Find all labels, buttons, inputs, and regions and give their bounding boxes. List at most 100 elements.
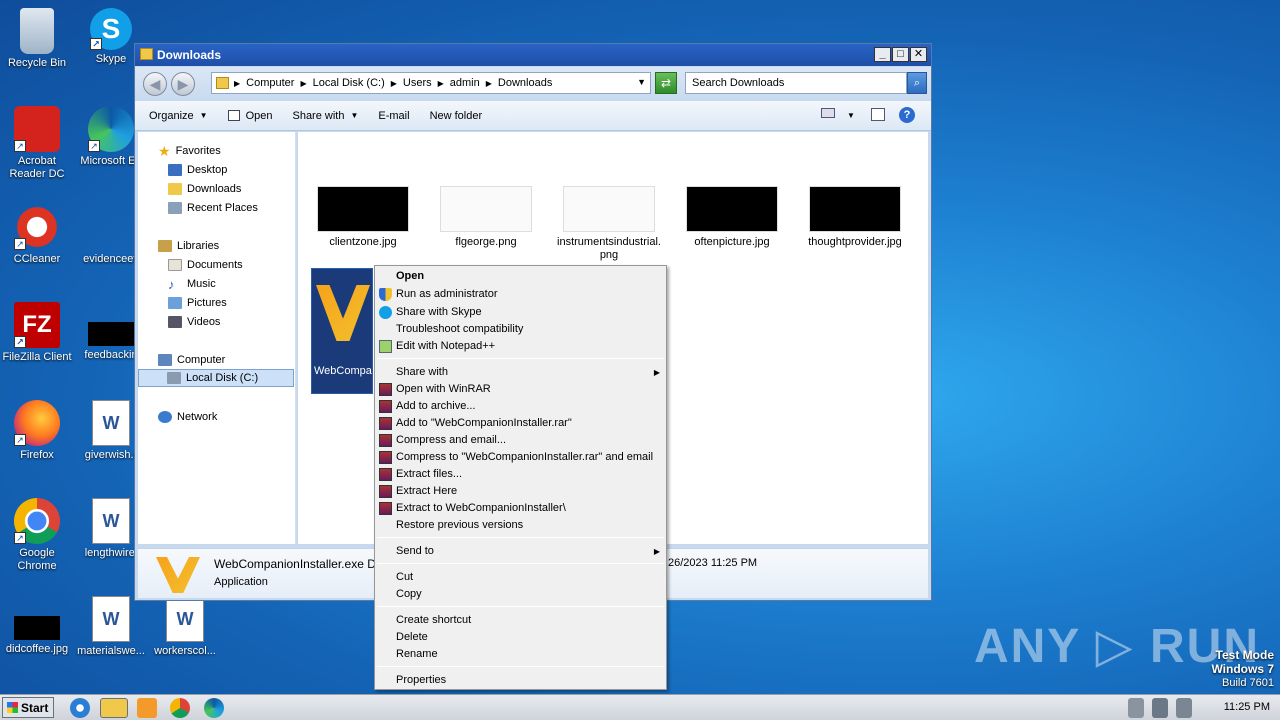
- menu-extract-to[interactable]: Extract to WebCompanionInstaller\: [375, 500, 666, 517]
- menu-compress-email[interactable]: Compress and email...: [375, 432, 666, 449]
- menu-share-with[interactable]: Share with ▶: [375, 364, 666, 381]
- new-folder-button[interactable]: New folder: [430, 110, 483, 122]
- file-item[interactable]: thoughtprovider.jpg: [800, 186, 910, 249]
- view-icon[interactable]: [821, 108, 835, 118]
- edge-icon[interactable]: [204, 698, 224, 718]
- breadcrumb-admin[interactable]: admin: [450, 77, 480, 89]
- menu-create-shortcut[interactable]: Create shortcut: [375, 612, 666, 629]
- address-bar[interactable]: ▶ Computer ▶ Local Disk (C:) ▶ Users ▶ a…: [211, 72, 651, 94]
- desktop-icon-acrobat[interactable]: ↗ Acrobat Reader DC: [0, 106, 74, 181]
- file-item[interactable]: clientzone.jpg: [308, 186, 418, 249]
- forward-button[interactable]: ▶: [171, 72, 195, 96]
- menu-share-skype[interactable]: Share with Skype: [375, 304, 666, 321]
- close-button[interactable]: ✕: [910, 47, 927, 62]
- desktop-icon-firefox[interactable]: ↗ Firefox: [0, 400, 74, 462]
- nav-label: Local Disk (C:): [186, 372, 259, 384]
- start-button[interactable]: Start: [2, 697, 54, 718]
- search-input[interactable]: Search Downloads: [685, 72, 907, 94]
- desktop-icon-materialswe[interactable]: W materialswe...: [74, 596, 148, 658]
- email-button[interactable]: E-mail: [378, 110, 409, 122]
- menu-send-to[interactable]: Send to ▶: [375, 543, 666, 560]
- back-button[interactable]: ◀: [143, 72, 167, 96]
- breadcrumb-local-disk[interactable]: Local Disk (C:): [313, 77, 385, 89]
- window-titlebar[interactable]: Downloads _ □ ✕: [135, 44, 931, 66]
- file-item[interactable]: oftenpicture.jpg: [677, 186, 787, 249]
- maximize-button[interactable]: □: [892, 47, 909, 62]
- share-with-button[interactable]: Share with ▼: [292, 110, 358, 122]
- desktop-icon-recycle-bin[interactable]: Recycle Bin: [0, 8, 74, 70]
- refresh-button[interactable]: ⇄: [655, 72, 677, 94]
- menu-restore-versions[interactable]: Restore previous versions: [375, 517, 666, 534]
- open-label: Open: [245, 109, 273, 122]
- desktop-icon: [168, 164, 182, 176]
- breadcrumb-computer[interactable]: Computer: [246, 77, 294, 89]
- menu-add-rar[interactable]: Add to "WebCompanionInstaller.rar": [375, 415, 666, 432]
- folder-icon: [216, 77, 229, 89]
- chrome-icon[interactable]: [170, 698, 190, 718]
- address-dropdown-icon[interactable]: ▼: [637, 77, 646, 87]
- email-label: E-mail: [378, 109, 410, 122]
- nav-network[interactable]: Network: [158, 408, 217, 426]
- chevron-down-icon: ▼: [199, 111, 208, 120]
- menu-rename[interactable]: Rename: [375, 646, 666, 663]
- desktop-icon-chrome[interactable]: ↗ Google Chrome: [0, 498, 74, 573]
- breadcrumb-users[interactable]: Users: [403, 77, 432, 89]
- help-icon[interactable]: ?: [899, 107, 915, 123]
- winrar-icon: [379, 383, 392, 396]
- menu-compress-rar-email[interactable]: Compress to "WebCompanionInstaller.rar" …: [375, 449, 666, 466]
- menu-extract-files[interactable]: Extract files...: [375, 466, 666, 483]
- chrome-icon: ↗: [14, 498, 60, 544]
- menu-open-winrar[interactable]: Open with WinRAR: [375, 381, 666, 398]
- menu-properties[interactable]: Properties: [375, 672, 666, 689]
- nav-favorites[interactable]: ★ Favorites: [158, 142, 221, 160]
- nav-label: Computer: [177, 354, 226, 366]
- internet-explorer-icon[interactable]: [70, 698, 90, 718]
- breadcrumb-downloads[interactable]: Downloads: [498, 77, 552, 89]
- menu-copy[interactable]: Copy: [375, 586, 666, 603]
- preview-pane-icon[interactable]: [871, 108, 885, 121]
- taskbar-clock[interactable]: 11:25 PM: [1224, 701, 1270, 713]
- winrar-icon: [379, 502, 392, 515]
- menu-separator: [377, 563, 664, 564]
- menu-cut[interactable]: Cut: [375, 569, 666, 586]
- selected-file-item[interactable]: WebCompanionInstaller.exe: [311, 268, 373, 394]
- desktop-icon-didcoffee[interactable]: didcoffee.jpg: [0, 596, 74, 656]
- desktop-icon-filezilla[interactable]: FZ ↗ FileZilla Client: [0, 302, 74, 364]
- file-item[interactable]: instrumentsindustrial.png: [554, 186, 664, 262]
- open-button[interactable]: Open: [227, 109, 273, 122]
- media-player-icon[interactable]: [137, 698, 157, 718]
- menu-add-archive[interactable]: Add to archive...: [375, 398, 666, 415]
- action-center-flag-icon[interactable]: [1176, 698, 1192, 718]
- menu-troubleshoot[interactable]: Troubleshoot compatibility: [375, 321, 666, 338]
- chevron-down-icon[interactable]: ▼: [847, 111, 855, 120]
- nav-documents[interactable]: Documents: [168, 256, 243, 274]
- menu-extract-here[interactable]: Extract Here: [375, 483, 666, 500]
- nav-videos[interactable]: Videos: [168, 313, 220, 331]
- minimize-button[interactable]: _: [874, 47, 891, 62]
- menu-delete[interactable]: Delete: [375, 629, 666, 646]
- explorer-taskbar-icon[interactable]: [100, 698, 128, 718]
- menu-edit-notepad[interactable]: Edit with Notepad++: [375, 338, 666, 355]
- nav-desktop[interactable]: Desktop: [168, 161, 227, 179]
- nav-downloads[interactable]: Downloads: [168, 180, 241, 198]
- file-icon: [88, 204, 134, 250]
- organize-button[interactable]: Organize ▼: [149, 110, 208, 122]
- menu-run-as-admin[interactable]: Run as administrator: [375, 286, 666, 303]
- nav-pictures[interactable]: Pictures: [168, 294, 227, 312]
- file-item[interactable]: flgeorge.png: [431, 186, 541, 249]
- nav-computer[interactable]: Computer: [158, 351, 225, 369]
- nav-music[interactable]: ♪ Music: [168, 275, 216, 293]
- nav-recent-places[interactable]: Recent Places: [168, 199, 258, 217]
- menu-open[interactable]: Open: [375, 268, 666, 285]
- nav-label: Documents: [187, 259, 243, 271]
- speaker-icon[interactable]: [1128, 698, 1144, 718]
- desktop-icon-ccleaner[interactable]: ↗ CCleaner: [0, 204, 74, 266]
- desktop-icon-workerscol[interactable]: W workerscol...: [148, 596, 222, 658]
- network-tray-icon[interactable]: [1152, 698, 1168, 718]
- nav-label: Favorites: [175, 145, 221, 157]
- file-name: flgeorge.png: [455, 236, 517, 248]
- desktop-icon-label: CCleaner: [13, 253, 61, 265]
- search-icon[interactable]: ⌕: [907, 72, 927, 94]
- nav-local-disk[interactable]: Local Disk (C:): [138, 369, 294, 387]
- nav-libraries[interactable]: Libraries: [158, 237, 219, 255]
